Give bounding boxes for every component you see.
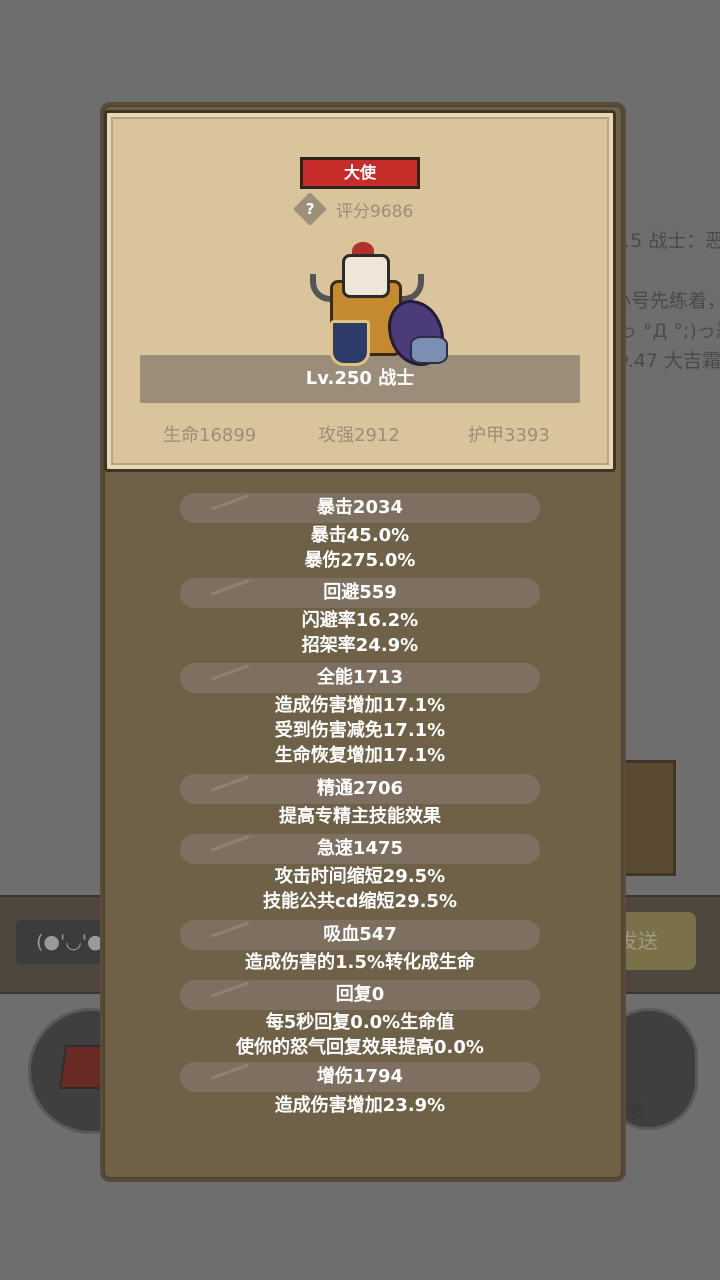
attr-line: 招架率24.9% — [301, 635, 419, 656]
score-row: ? 评分9686 — [293, 192, 414, 226]
chat-line: っ °Д °;)っ恶 — [618, 320, 720, 342]
chat-line: v.47 大吉霜 — [618, 350, 720, 372]
attr-line: 造成伤害增加17.1% — [274, 695, 446, 716]
attr-head-damage-bonus: 增伤1794 — [180, 1062, 540, 1092]
attr-line: 攻击时间缩短29.5% — [274, 866, 446, 887]
attr-line: 受到伤害减免17.1% — [274, 720, 446, 741]
level-class-text: Lv.250 战士 — [305, 368, 415, 389]
attr-line: 造成伤害增加23.9% — [274, 1095, 446, 1116]
chat-line: 15 战士：恶 — [618, 230, 720, 252]
attr-head-crit: 暴击2034 — [180, 493, 540, 523]
attr-line: 暴击45.0% — [310, 525, 410, 546]
attr-head-regen: 回复0 — [180, 980, 540, 1010]
attack-stat: 攻强2912 — [318, 425, 400, 446]
score-text: 评分9686 — [336, 201, 414, 222]
attr-head-versatility: 全能1713 — [180, 663, 540, 693]
attr-line: 造成伤害的1.5%转化成生命 — [245, 952, 475, 973]
chat-line: 小号先练着， — [612, 290, 720, 312]
attr-line: 每5秒回复0.0%生命值 — [265, 1012, 455, 1033]
attr-line: 使你的怒气回复效果提高0.0% — [236, 1037, 484, 1058]
hp-stat: 生命16899 — [163, 425, 257, 446]
attr-line: 闪避率16.2% — [301, 610, 419, 631]
attr-head-haste: 急速1475 — [180, 834, 540, 864]
help-icon[interactable]: ? — [293, 192, 327, 226]
attr-line: 暴伤275.0% — [304, 550, 416, 571]
attr-line: 技能公共cd缩短29.5% — [262, 891, 457, 912]
attr-head-dodge: 回避559 — [180, 578, 540, 608]
armor-stat: 护甲3393 — [468, 425, 550, 446]
attr-line: 生命恢复增加17.1% — [274, 745, 446, 766]
attr-head-mastery: 精通2706 — [180, 774, 540, 804]
title-badge: 大使 — [300, 157, 420, 189]
attr-head-lifesteal: 吸血547 — [180, 920, 540, 950]
attr-line: 提高专精主技能效果 — [279, 806, 441, 827]
